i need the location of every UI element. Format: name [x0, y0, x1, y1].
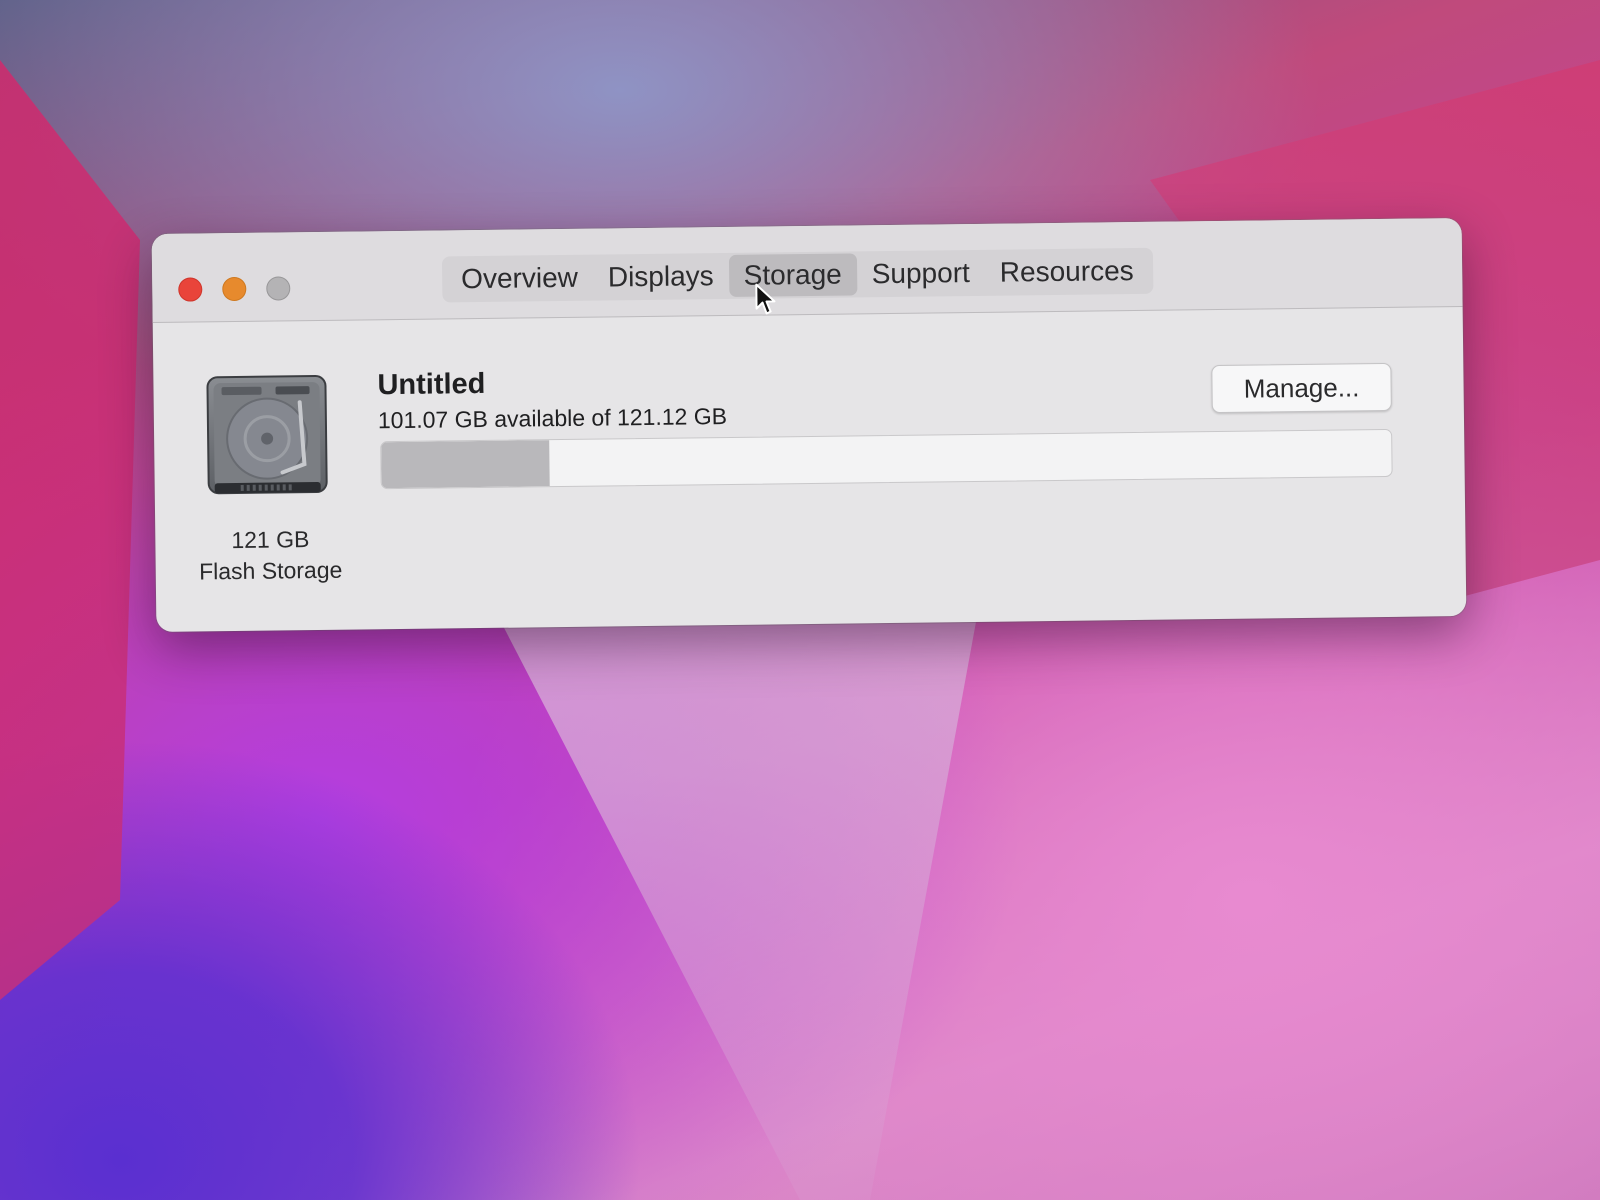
drive-type: Flash Storage [198, 556, 343, 585]
volume-name: Untitled [377, 367, 486, 402]
zoom-button[interactable] [266, 276, 291, 301]
storage-usage-bar [380, 428, 1393, 490]
desktop-wallpaper: Overview Displays Storage Support Resour… [0, 0, 1600, 1200]
drive-capacity: 121 GB [231, 526, 310, 554]
window-titlebar: Overview Displays Storage Support Resour… [151, 218, 1463, 324]
tab-storage[interactable]: Storage [728, 253, 858, 297]
tab-bar: Overview Displays Storage Support Resour… [441, 247, 1153, 303]
tab-support[interactable]: Support [857, 252, 986, 296]
drive-caption: 121 GB Flash Storage [175, 523, 366, 587]
minimize-button[interactable] [222, 276, 247, 302]
tab-displays[interactable]: Displays [593, 255, 729, 299]
mouse-pointer-icon [755, 283, 776, 315]
volume-available-text: 101.07 GB available of 121.12 GB [377, 403, 728, 434]
manage-button[interactable]: Manage... [1211, 362, 1392, 414]
close-button[interactable] [178, 277, 203, 302]
tab-resources[interactable]: Resources [985, 250, 1149, 294]
about-this-mac-window: Overview Displays Storage Support Resour… [151, 218, 1467, 632]
hard-drive-icon [206, 375, 328, 495]
tab-overview[interactable]: Overview [446, 257, 593, 301]
storage-used-segment [381, 440, 550, 489]
